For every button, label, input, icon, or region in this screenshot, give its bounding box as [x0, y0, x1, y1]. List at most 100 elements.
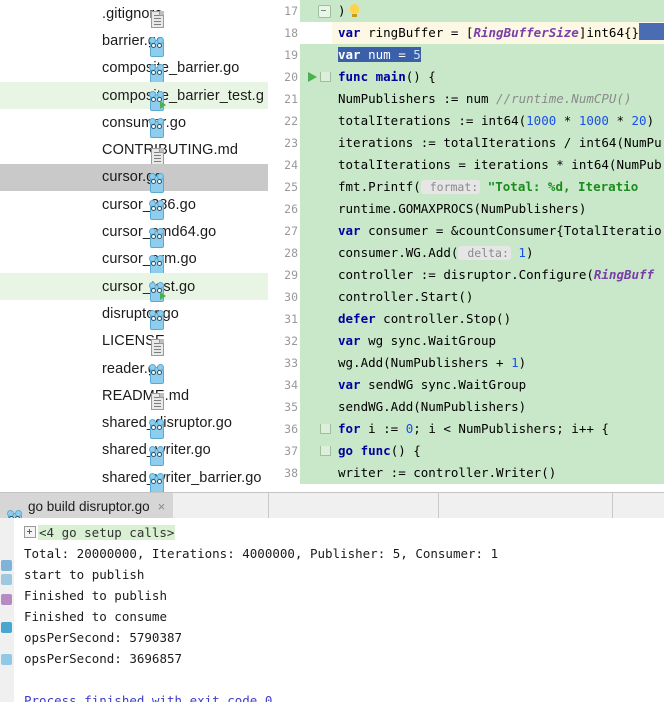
tree-item-shared-writer-go[interactable]: shared_writer.go — [0, 437, 268, 464]
code-text: NumPublishers := num //runtime.NumCPU() — [332, 88, 664, 110]
editor-gutter[interactable] — [300, 176, 332, 198]
rerun-icon[interactable] — [1, 560, 12, 571]
close-icon[interactable]: × — [158, 499, 166, 514]
editor-gutter[interactable] — [300, 44, 332, 66]
code-token: var — [338, 333, 361, 348]
code-line[interactable]: 19var num = 5 — [268, 44, 664, 66]
code-text: controller.Start() — [332, 286, 664, 308]
code-line[interactable]: 18var ringBuffer = [RingBufferSize]int64… — [268, 22, 664, 44]
editor-gutter[interactable] — [300, 330, 332, 352]
editor-gutter[interactable] — [300, 154, 332, 176]
tree-item-composite-barrier-go[interactable]: composite_barrier.go — [0, 55, 268, 82]
code-line[interactable]: 38 writer := controller.Writer() — [268, 462, 664, 484]
tree-item-license[interactable]: LICENSE — [0, 328, 268, 355]
code-fold-icon[interactable] — [320, 424, 331, 434]
editor-gutter[interactable] — [300, 198, 332, 220]
editor-gutter[interactable] — [300, 374, 332, 396]
go-file-icon — [148, 255, 164, 273]
go-file-icon — [148, 173, 164, 191]
code-fold-icon[interactable] — [320, 72, 331, 82]
code-token: ringBuffer = [ — [361, 25, 474, 40]
tree-item-cursor-test-go[interactable]: cursor_test.go — [0, 273, 268, 300]
intention-bulb-icon[interactable] — [349, 4, 360, 17]
editor-gutter[interactable] — [300, 242, 332, 264]
stop-icon[interactable] — [1, 574, 12, 585]
editor-gutter[interactable] — [300, 308, 332, 330]
code-line[interactable]: 22 totalIterations := int64(1000 * 1000 … — [268, 110, 664, 132]
tree-item-cursor-amd64-go[interactable]: cursor_amd64.go — [0, 218, 268, 245]
code-token: defer — [338, 311, 376, 326]
tree-item-barrier-go[interactable]: barrier.go — [0, 27, 268, 54]
line-number: 25 — [268, 176, 298, 198]
code-line[interactable]: 20func main() { — [268, 66, 664, 88]
code-fold-icon[interactable] — [320, 446, 331, 456]
tree-item-readme-md[interactable]: README.md — [0, 382, 268, 409]
editor-gutter[interactable] — [300, 132, 332, 154]
tree-item-composite-barrier-test-g[interactable]: composite_barrier_test.g — [0, 82, 268, 109]
tree-item--gitignore[interactable]: .gitignore — [0, 0, 268, 27]
code-token: var — [338, 25, 361, 40]
console-line: opsPerSecond: 5790387 — [24, 627, 664, 648]
go-file-icon — [148, 446, 164, 464]
tree-item-disruptor-go[interactable]: disruptor.go — [0, 300, 268, 327]
tree-item-cursor-arm-go[interactable]: cursor_arm.go — [0, 246, 268, 273]
tree-item-reader-go[interactable]: reader.go — [0, 355, 268, 382]
code-line[interactable]: 26 runtime.GOMAXPROCS(NumPublishers) — [268, 198, 664, 220]
editor-gutter[interactable] — [300, 286, 332, 308]
tree-item-cursor-386-go[interactable]: cursor_386.go — [0, 191, 268, 218]
code-line[interactable]: 29 controller := disruptor.Configure(Rin… — [268, 264, 664, 286]
editor-gutter[interactable] — [300, 352, 332, 374]
code-line[interactable]: 24 totalIterations = iterations * int64(… — [268, 154, 664, 176]
code-line[interactable]: 30 controller.Start() — [268, 286, 664, 308]
code-line[interactable]: 37 go func() { — [268, 440, 664, 462]
wrap-icon[interactable] — [1, 654, 12, 665]
tree-item-label: CONTRIBUTING.md — [102, 142, 238, 158]
code-line[interactable]: 17) — [268, 0, 664, 22]
code-line[interactable]: 23 iterations := totalIterations / int64… — [268, 132, 664, 154]
line-number: 20 — [268, 66, 298, 88]
run-side-toolbar[interactable] — [0, 518, 15, 702]
editor-gutter[interactable] — [300, 396, 332, 418]
console-output[interactable]: <4 go setup calls>Total: 20000000, Itera… — [14, 518, 664, 702]
run-tab[interactable]: go build disruptor.go × — [0, 493, 173, 519]
editor-gutter[interactable] — [300, 462, 332, 484]
editor-gutter[interactable] — [300, 264, 332, 286]
tree-item-cursor-go[interactable]: cursor.go — [0, 164, 268, 191]
run-triangle-icon[interactable] — [308, 72, 317, 82]
code-line[interactable]: 21 NumPublishers := num //runtime.NumCPU… — [268, 88, 664, 110]
line-number: 32 — [268, 330, 298, 352]
code-token: ; i < NumPublishers; i++ { — [413, 421, 609, 436]
print-icon[interactable] — [1, 622, 12, 633]
code-fold-icon[interactable] — [318, 5, 331, 18]
trace-icon[interactable] — [1, 594, 12, 605]
code-line[interactable]: 36 for i := 0; i < NumPublishers; i++ { — [268, 418, 664, 440]
editor-gutter[interactable] — [300, 110, 332, 132]
editor-gutter[interactable] — [300, 220, 332, 242]
code-line[interactable]: 28 consumer.WG.Add( delta: 1) — [268, 242, 664, 264]
tree-item-shared-writer-barrier-go[interactable]: shared_writer_barrier.go — [0, 464, 268, 491]
code-text: defer controller.Stop() — [332, 308, 664, 330]
console-folded-label[interactable]: <4 go setup calls> — [38, 525, 175, 540]
code-line[interactable]: 32 var wg sync.WaitGroup — [268, 330, 664, 352]
tree-item-consumer-go[interactable]: consumer.go — [0, 109, 268, 136]
code-token: 1000 — [526, 113, 556, 128]
code-editor[interactable]: 17)18var ringBuffer = [RingBufferSize]in… — [268, 0, 664, 492]
code-text: sendWG.Add(NumPublishers) — [332, 396, 664, 418]
code-line[interactable]: 31 defer controller.Stop() — [268, 308, 664, 330]
tree-item-label: shared_writer_barrier.go — [102, 470, 262, 486]
project-file-tree[interactable]: .gitignorebarrier.gocomposite_barrier.go… — [0, 0, 268, 492]
console-folded-row[interactable]: <4 go setup calls> — [24, 522, 664, 543]
tree-item-shared-disruptor-go[interactable]: shared_disruptor.go — [0, 409, 268, 436]
editor-gutter[interactable] — [300, 88, 332, 110]
editor-gutter[interactable] — [300, 22, 332, 44]
code-line[interactable]: 27 var consumer = &countConsumer{TotalIt… — [268, 220, 664, 242]
go-file-icon — [148, 419, 164, 437]
code-line[interactable]: 25 fmt.Printf( format: "Total: %d, Itera… — [268, 176, 664, 198]
code-line[interactable]: 34 var sendWG sync.WaitGroup — [268, 374, 664, 396]
tree-item-label: shared_disruptor.go — [102, 415, 232, 431]
code-line[interactable]: 35 sendWG.Add(NumPublishers) — [268, 396, 664, 418]
tree-item-contributing-md[interactable]: CONTRIBUTING.md — [0, 136, 268, 163]
code-line[interactable]: 33 wg.Add(NumPublishers + 1) — [268, 352, 664, 374]
code-token: var — [338, 223, 361, 238]
expand-icon[interactable] — [24, 526, 36, 538]
